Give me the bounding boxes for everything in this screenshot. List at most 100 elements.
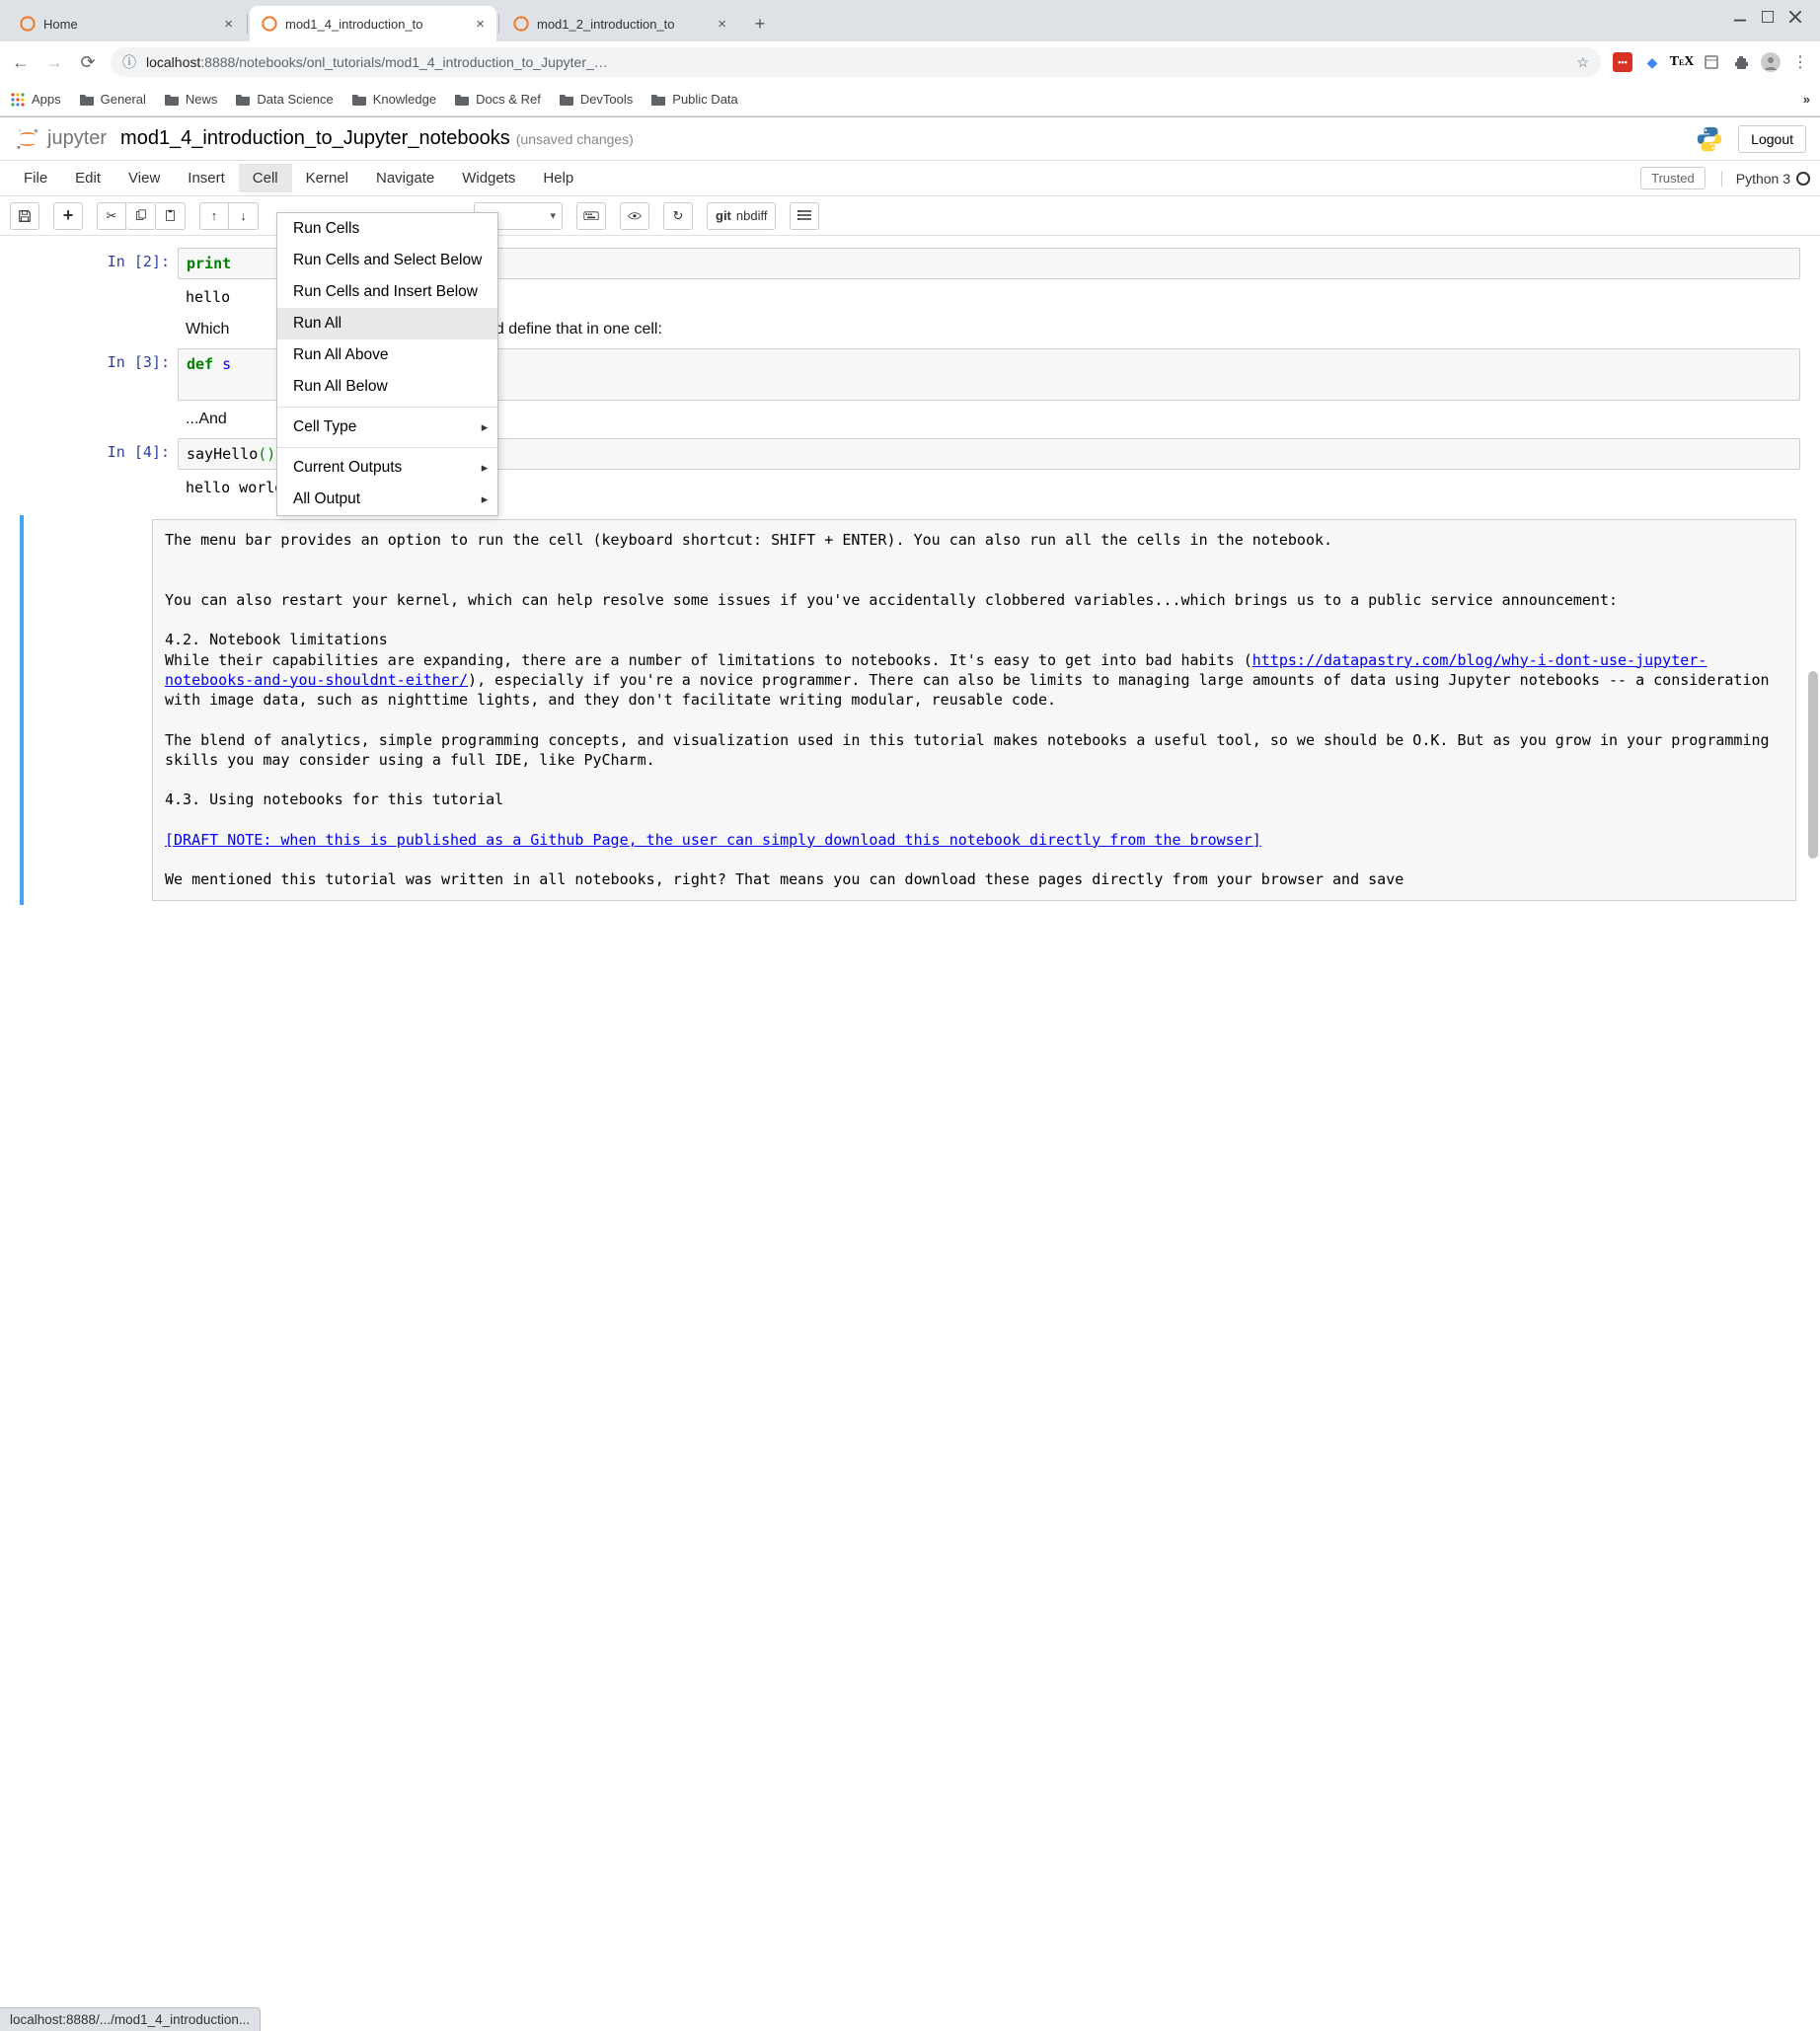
jupyter-logo[interactable]: jupyter [14,125,107,153]
menu-item-run-all-below[interactable]: Run All Below [277,371,497,403]
reload-button[interactable]: ⟳ [77,51,99,73]
save-button[interactable] [10,202,39,230]
url-bar[interactable]: ⓘ localhost:8888/notebooks/onl_tutorials… [111,47,1601,77]
site-info-icon[interactable]: ⓘ [122,52,136,72]
folder-icon [79,93,95,107]
menu-file[interactable]: File [10,164,61,192]
apps-grid-icon [10,92,26,108]
menu-item-run-all[interactable]: Run All [277,308,497,339]
kernel-status-icon [1796,172,1810,186]
command-palette-button[interactable] [576,202,606,230]
close-window-icon[interactable] [1788,10,1802,24]
browser-tab[interactable]: mod1_2_introduction_to × [501,6,738,41]
bookmark-folder[interactable]: General [79,92,146,107]
scrollbar-thumb[interactable] [1808,671,1818,859]
bookmark-folder[interactable]: DevTools [559,92,633,107]
maximize-icon[interactable] [1761,10,1775,24]
nbdiff-label: nbdiff [736,208,768,223]
logout-button[interactable]: Logout [1738,125,1806,153]
extension-icons: ••• ◆ TEX ⋮ [1613,52,1810,72]
apps-shortcut[interactable]: Apps [10,92,61,108]
close-icon[interactable]: × [224,16,233,33]
notebook-container[interactable]: In [2]: print hello Which function and d… [0,236,1820,2026]
menu-item-all-output[interactable]: All Output [277,484,497,515]
menu-navigate[interactable]: Navigate [362,164,448,192]
profile-avatar-icon[interactable] [1761,52,1781,72]
tab-title: Home [43,17,214,32]
trusted-badge[interactable]: Trusted [1640,167,1706,189]
toolbar: + ✂ ↑ ↓ n ↻ gitnbdiff [0,196,1820,236]
tab-title: mod1_4_introduction_to [285,17,466,32]
extension-icon[interactable]: ••• [1613,52,1632,72]
extensions-menu-icon[interactable] [1731,52,1751,72]
copy-button[interactable] [126,202,156,230]
save-status: (unsaved changes) [516,131,634,147]
chrome-menu-icon[interactable]: ⋮ [1790,52,1810,72]
bookmark-folder[interactable]: News [164,92,218,107]
folder-icon [650,93,666,107]
extension-icon[interactable]: TEX [1672,52,1692,72]
menu-kernel[interactable]: Kernel [292,164,362,192]
tab-title: mod1_2_introduction_to [537,17,708,32]
menu-item-cell-type[interactable]: Cell Type [277,412,497,443]
extension-icon[interactable] [1702,52,1721,72]
move-up-button[interactable]: ↑ [199,202,229,230]
git-label: git [716,208,731,223]
menu-insert[interactable]: Insert [174,164,239,192]
refresh-button[interactable]: ↻ [663,202,693,230]
menu-help[interactable]: Help [529,164,587,192]
menu-item-current-outputs[interactable]: Current Outputs [277,452,497,484]
extension-icon[interactable]: ◆ [1642,52,1662,72]
menu-item-run-cells-and-select-below[interactable]: Run Cells and Select Below [277,245,497,276]
jupyter-favicon-icon [262,16,277,32]
jupyter-favicon-icon [513,16,529,32]
bookmark-folder[interactable]: Knowledge [351,92,436,107]
preview-button[interactable] [620,202,649,230]
raw-cell[interactable]: The menu bar provides an option to run t… [20,515,1800,905]
bookmark-label: DevTools [580,92,633,107]
python-logo-icon [1695,124,1724,154]
move-down-button[interactable]: ↓ [229,202,259,230]
cut-button[interactable]: ✂ [97,202,126,230]
bookmark-label: News [186,92,218,107]
menu-cell[interactable]: Cell [239,164,292,192]
nbdiff-button[interactable]: git nbdiff [707,202,776,230]
menu-item-run-all-above[interactable]: Run All Above [277,339,497,371]
browser-chrome: Home × mod1_4_introduction_to × mod1_2_i… [0,0,1820,117]
browser-tab[interactable]: mod1_4_introduction_to × [250,6,496,41]
status-bar: localhost:8888/.../mod1_4_introduction..… [0,2007,261,2031]
bookmark-overflow-icon[interactable]: » [1803,92,1810,107]
bookmark-star-icon[interactable]: ☆ [1576,54,1589,71]
close-icon[interactable]: × [718,16,726,33]
jupyter-favicon-icon [20,16,36,32]
bookmark-label: Docs & Ref [476,92,541,107]
bookmark-label: Public Data [672,92,737,107]
add-cell-button[interactable]: + [53,202,83,230]
menu-item-run-cells[interactable]: Run Cells [277,213,497,245]
back-button[interactable]: ← [10,51,32,73]
bookmark-folder[interactable]: Public Data [650,92,737,107]
toc-button[interactable] [790,202,819,230]
folder-icon [454,93,470,107]
close-icon[interactable]: × [476,16,485,33]
menu-edit[interactable]: Edit [61,164,114,192]
notebook-name[interactable]: mod1_4_introduction_to_Jupyter_notebooks [120,127,510,150]
cell-prompt: In [3]: [79,348,178,401]
browser-tab[interactable]: Home × [8,6,245,41]
paste-button[interactable] [156,202,186,230]
forward-button[interactable]: → [43,51,65,73]
kernel-indicator[interactable]: Python 3 [1721,171,1810,187]
menu-item-run-cells-and-insert-below[interactable]: Run Cells and Insert Below [277,276,497,308]
raw-text[interactable]: The menu bar provides an option to run t… [152,519,1796,901]
tab-strip: Home × mod1_4_introduction_to × mod1_2_i… [0,0,1820,41]
bookmark-label: Data Science [257,92,333,107]
minimize-icon[interactable] [1733,10,1747,24]
menu-view[interactable]: View [114,164,174,192]
new-tab-button[interactable]: + [746,10,774,38]
bookmark-folder[interactable]: Data Science [235,92,333,107]
jupyter-logo-text: jupyter [47,127,107,150]
menu-widgets[interactable]: Widgets [448,164,529,192]
bookmark-label: General [101,92,146,107]
bookmark-folder[interactable]: Docs & Ref [454,92,541,107]
link[interactable]: [DRAFT NOTE: when this is published as a… [165,831,1261,849]
